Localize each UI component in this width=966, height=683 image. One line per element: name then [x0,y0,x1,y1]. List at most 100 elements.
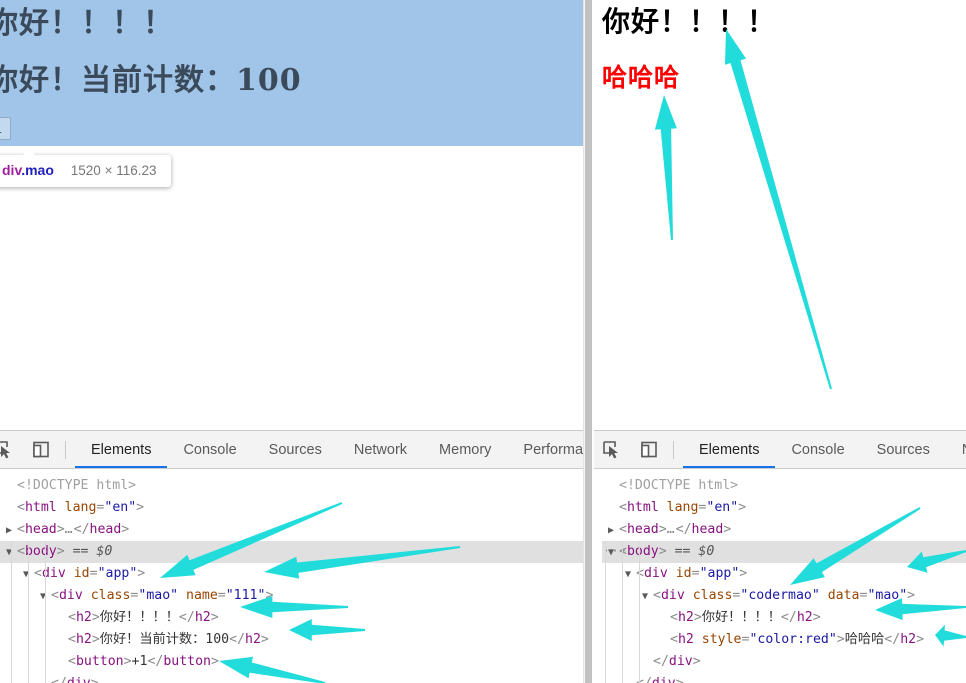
inspect-element-icon[interactable] [0,439,18,461]
dom-token-dots: … [666,522,676,537]
dom-tree-row[interactable]: <h2 style="color:red">哈哈哈</h2> [602,629,966,651]
dom-token-punct: > [692,654,701,669]
dom-indent-guide [639,541,640,683]
dom-tree-row[interactable]: <html lang="en"> [602,497,966,519]
dom-token-punct: < [670,610,678,625]
right-devtools-panel: ElementsConsoleSourcesNet <!DOCTYPE html… [594,430,966,683]
dom-token-tag: div [652,676,676,683]
dom-token-tag: head [89,522,122,537]
dom-token-punct: </ [653,654,669,669]
dom-token-text: 你好！当前计数：100 [99,632,230,647]
dom-token-tag: h2 [900,632,917,647]
right-devtools-tabbar: ElementsConsoleSourcesNet [594,430,966,469]
dom-token-punct: > [658,522,667,537]
dom-indent-guide [605,541,606,683]
dom-tree-row[interactable]: <!DOCTYPE html> [602,475,966,497]
twisty-collapsed-icon[interactable]: ▶ [6,520,17,542]
dom-tree-row[interactable]: ▼ <div class="codermao" data="mao"> [602,585,966,607]
dom-token-punct: > [91,610,100,625]
dom-tree-row[interactable]: </div> [0,673,583,683]
dom-token-punct: </ [780,610,797,625]
tab-net[interactable]: Net [946,431,966,468]
dom-token-punct: > [137,566,146,581]
tab-memory[interactable]: Memory [423,431,507,468]
dom-token-punct: > [658,544,667,559]
tab-elements[interactable]: Elements [75,431,168,468]
dom-token-text: 你好！！！！ [99,610,179,625]
dom-token-doct: <!DOCTYPE html> [17,478,137,493]
dom-token-tag: h2 [245,632,261,647]
device-toolbar-icon[interactable] [638,439,664,461]
inspect-element-icon[interactable] [600,439,626,461]
dom-token-punct: </ [51,676,67,683]
increment-button[interactable]: +1 [0,117,11,140]
dom-tree-row[interactable]: <h2>你好！！！！</h2> [602,607,966,629]
dom-token-attr: data [819,588,860,603]
left-dom-tree: <!DOCTYPE html> <html lang="en"> ▶ <head>…<… [0,469,583,683]
dom-token-attr: class [684,588,733,603]
dom-token-punct: > [265,588,274,603]
dom-token-punct: < [51,588,59,603]
dom-token-punct: < [68,632,76,647]
dom-row-ellipsis-icon[interactable]: ··· [602,541,629,563]
tab-sources[interactable]: Sources [861,431,946,468]
dom-token-punct: > [210,654,219,669]
dom-tree-row[interactable]: </div> [602,673,966,683]
dom-token-punct: </ [229,632,246,647]
left-page-scrollbar[interactable] [583,0,592,683]
dom-tree-row[interactable]: <!DOCTYPE html> [0,475,583,497]
toolbar-divider [65,440,66,459]
dom-tree-row[interactable]: <h2>你好！当前计数：100</h2> [0,629,583,651]
tab-console[interactable]: Console [167,431,252,468]
dom-token-punct: > [738,500,747,515]
dom-tree-row[interactable]: ▼ <body> == $0 [0,541,583,563]
dom-tree-row[interactable]: ▶ <head>…</head> [602,519,966,541]
mao-heading-hello: 你好！！！！ [0,6,174,41]
twisty-expanded-icon[interactable]: ▼ [625,564,636,586]
dom-token-text: 你好！！！！ [701,610,781,625]
dom-token-punct: </ [884,632,901,647]
dom-tree-row[interactable]: ▼ <div class="mao" name="111"> [0,585,583,607]
element-highlight-tooltip: div.mao 1520 × 116.23 [0,149,171,187]
dom-token-punct: > [56,522,65,537]
dom-token-attr: id [667,566,692,581]
dom-tree-row[interactable]: </div> [602,651,966,673]
dom-token-attr: lang [56,500,97,515]
dom-tree-row[interactable]: <html lang="en"> [0,497,583,519]
tab-network[interactable]: Network [338,431,423,468]
tab-sources[interactable]: Sources [253,431,338,468]
device-toolbar-icon[interactable] [30,439,56,461]
tab-performance[interactable]: Performance [507,431,583,468]
tooltip-dimensions: 1520 × 116.23 [70,163,157,178]
dom-token-punct: > [907,588,916,603]
scrollbar-thumb[interactable] [585,0,592,683]
dom-token-punct: < [619,500,627,515]
dom-tree-row[interactable]: ▶ <head>…</head> [0,519,583,541]
dom-token-punct: = [691,566,700,581]
dom-tree-row[interactable]: ···▼<body> == $0 [602,541,966,563]
dom-token-punct: < [17,522,25,537]
twisty-expanded-icon[interactable]: ▼ [642,586,653,608]
pane-divider [592,0,593,683]
dom-tree-row[interactable]: <button>+1</button> [0,651,583,673]
dom-token-punct: > [91,676,99,683]
dom-token-val: "codermao" [740,588,820,603]
dom-tree-row[interactable]: ▼<div id="app"> [602,563,966,585]
tab-console[interactable]: Console [775,431,860,468]
tab-elements[interactable]: Elements [683,431,776,468]
dom-token-val: "mao" [138,588,179,603]
codermao-heading-hello: 你好！！！！ [602,5,777,38]
dom-tree-row[interactable]: <h2>你好！！！！</h2> [0,607,583,629]
dom-token-text: +1 [131,654,148,669]
dom-tree-row[interactable]: ▼<div id="app"> [0,563,583,585]
dom-indent-guide [45,541,46,683]
twisty-collapsed-icon[interactable]: ▶ [608,520,619,542]
dom-token-punct: </ [178,610,195,625]
right-dom-tree: <!DOCTYPE html> <html lang="en"> ▶ <head>…<… [594,469,966,683]
dom-token-punct: > [136,500,145,515]
dom-token-punct: </ [675,522,692,537]
dom-token-tag: div [668,654,693,669]
dom-token-punct: < [34,566,42,581]
dom-token-punct: > [260,632,269,647]
dom-token-punct: > [693,610,702,625]
